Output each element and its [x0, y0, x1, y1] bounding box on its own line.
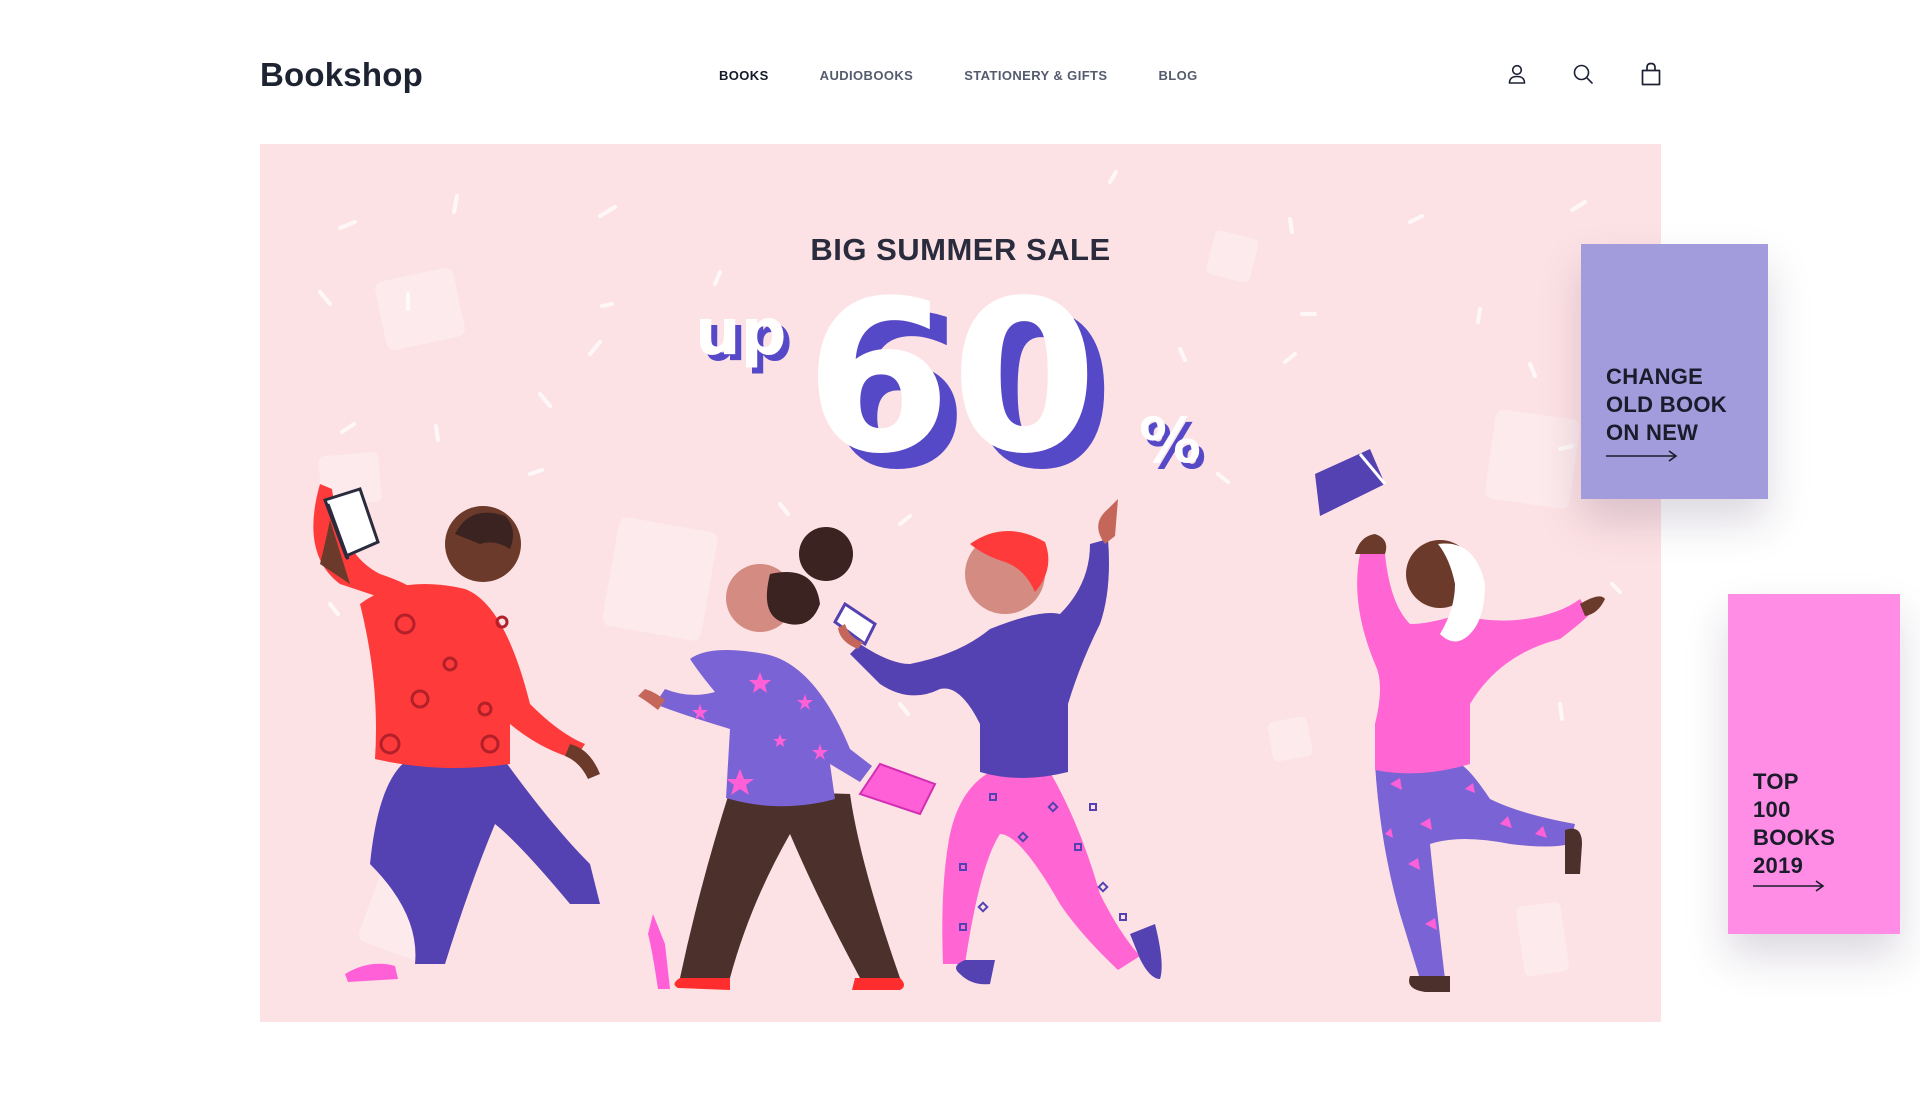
nav-item-audiobooks[interactable]: AUDIOBOOKS: [820, 68, 914, 83]
sale-heading: BIG SUMMER SALE: [810, 232, 1111, 267]
promo-card-label: CHANGE OLD BOOK ON NEW: [1606, 364, 1727, 445]
site-header: Bookshop BOOKS AUDIOBOOKS STATIONERY & G…: [0, 0, 1920, 150]
main-nav: BOOKS AUDIOBOOKS STATIONERY & GIFTS BLOG: [719, 68, 1198, 83]
arrow-right-icon: [1606, 449, 1678, 467]
promo-card-top-books[interactable]: TOP 100 BOOKS 2019: [1728, 594, 1900, 934]
nav-item-blog[interactable]: BLOG: [1158, 68, 1197, 83]
user-icon[interactable]: [1500, 57, 1534, 91]
sale-prefix-text: up: [695, 296, 786, 370]
sale-number: 60: [805, 255, 1097, 500]
promo-card-change-old-book[interactable]: CHANGE OLD BOOK ON NEW: [1581, 244, 1768, 499]
reader-figure-3: [833, 499, 1162, 985]
sale-percent: %: [1139, 404, 1201, 477]
nav-item-stationery-gifts[interactable]: STATIONERY & GIFTS: [964, 68, 1107, 83]
hero-illustration: up up 60 60 % %: [313, 170, 1622, 992]
site-logo[interactable]: Bookshop: [260, 56, 423, 94]
sale-hero-banner[interactable]: up up 60 60 % % BIG SUMMER SALE: [260, 144, 1661, 1022]
nav-item-books[interactable]: BOOKS: [719, 68, 769, 83]
header-actions: [1500, 57, 1668, 91]
search-icon[interactable]: [1566, 57, 1600, 91]
arrow-right-icon: [1753, 879, 1825, 897]
shopping-bag-icon[interactable]: [1634, 57, 1668, 91]
promo-card-label: TOP 100 BOOKS 2019: [1753, 769, 1836, 878]
